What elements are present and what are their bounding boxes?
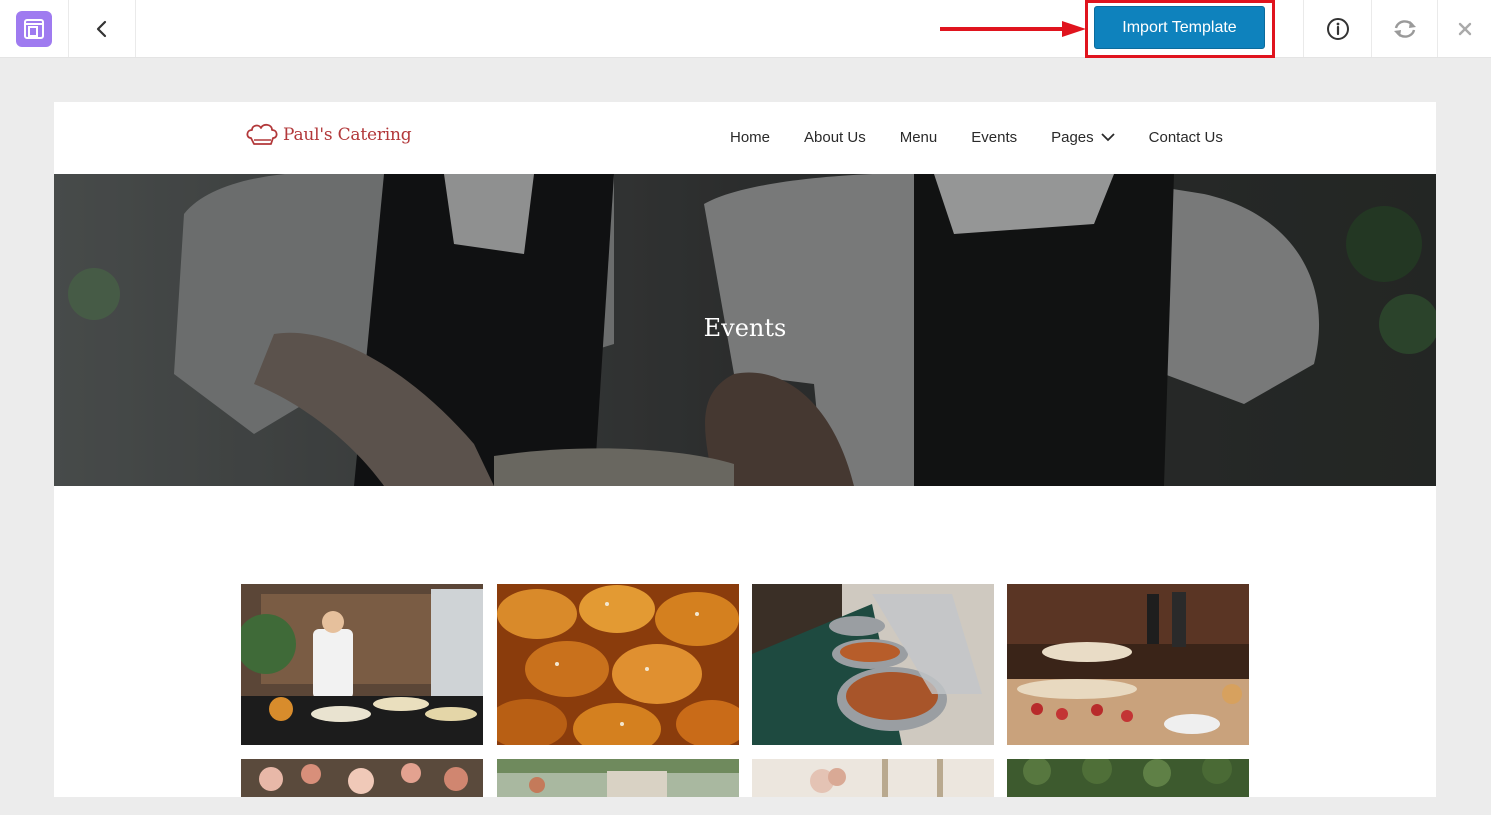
- close-icon: [1458, 22, 1471, 35]
- nav-pages[interactable]: Pages: [1051, 129, 1115, 146]
- info-button[interactable]: [1303, 0, 1371, 57]
- template-kit-icon: [16, 10, 52, 47]
- refresh-icon: [1393, 19, 1416, 38]
- template-preview: Paul's Catering Home About Us Menu Event…: [54, 102, 1436, 797]
- red-arrow-annotation: [940, 21, 1086, 37]
- gallery-image[interactable]: [497, 759, 739, 797]
- back-button[interactable]: [69, 0, 136, 57]
- hero-banner: Events: [54, 174, 1436, 486]
- chef-buffet-image: [241, 584, 483, 745]
- chef-hat-icon: [246, 123, 278, 145]
- flowers-image: [241, 759, 483, 797]
- refresh-button[interactable]: [1371, 0, 1437, 57]
- gallery-image[interactable]: [752, 759, 994, 797]
- bread-rolls-image: [497, 584, 739, 745]
- hero-title: Events: [703, 314, 787, 342]
- dessert-table-image: [1007, 584, 1249, 745]
- nav-contact-us[interactable]: Contact Us: [1149, 129, 1223, 146]
- chevron-down-icon: [1101, 133, 1115, 142]
- gallery-image[interactable]: [497, 584, 739, 745]
- gallery-image[interactable]: [752, 584, 994, 745]
- nav-menu[interactable]: Menu: [900, 129, 938, 146]
- garden-image: [497, 759, 739, 797]
- site-header: Paul's Catering Home About Us Menu Event…: [54, 102, 1436, 174]
- top-toolbar: Import Template: [0, 0, 1491, 58]
- gallery-image[interactable]: [1007, 759, 1249, 797]
- site-nav: Home About Us Menu Events Pages Contact …: [730, 129, 1223, 146]
- import-template-button[interactable]: Import Template: [1094, 6, 1265, 49]
- gallery-image[interactable]: [1007, 584, 1249, 745]
- nav-home[interactable]: Home: [730, 129, 770, 146]
- app-logo[interactable]: [0, 0, 69, 57]
- brand-name: Paul's Catering: [283, 125, 412, 145]
- chafing-dishes-image: [752, 584, 994, 745]
- info-circle-icon: [1326, 17, 1349, 40]
- close-button[interactable]: [1437, 0, 1491, 57]
- gallery-image[interactable]: [241, 759, 483, 797]
- gallery-image[interactable]: [241, 584, 483, 745]
- nav-pages-label: Pages: [1051, 129, 1094, 146]
- chevron-left-icon: [96, 20, 107, 37]
- nav-events[interactable]: Events: [971, 129, 1017, 146]
- site-logo[interactable]: Paul's Catering: [245, 122, 412, 148]
- hedge-image: [1007, 759, 1249, 797]
- table-decor-image: [752, 759, 994, 797]
- nav-about-us[interactable]: About Us: [804, 129, 866, 146]
